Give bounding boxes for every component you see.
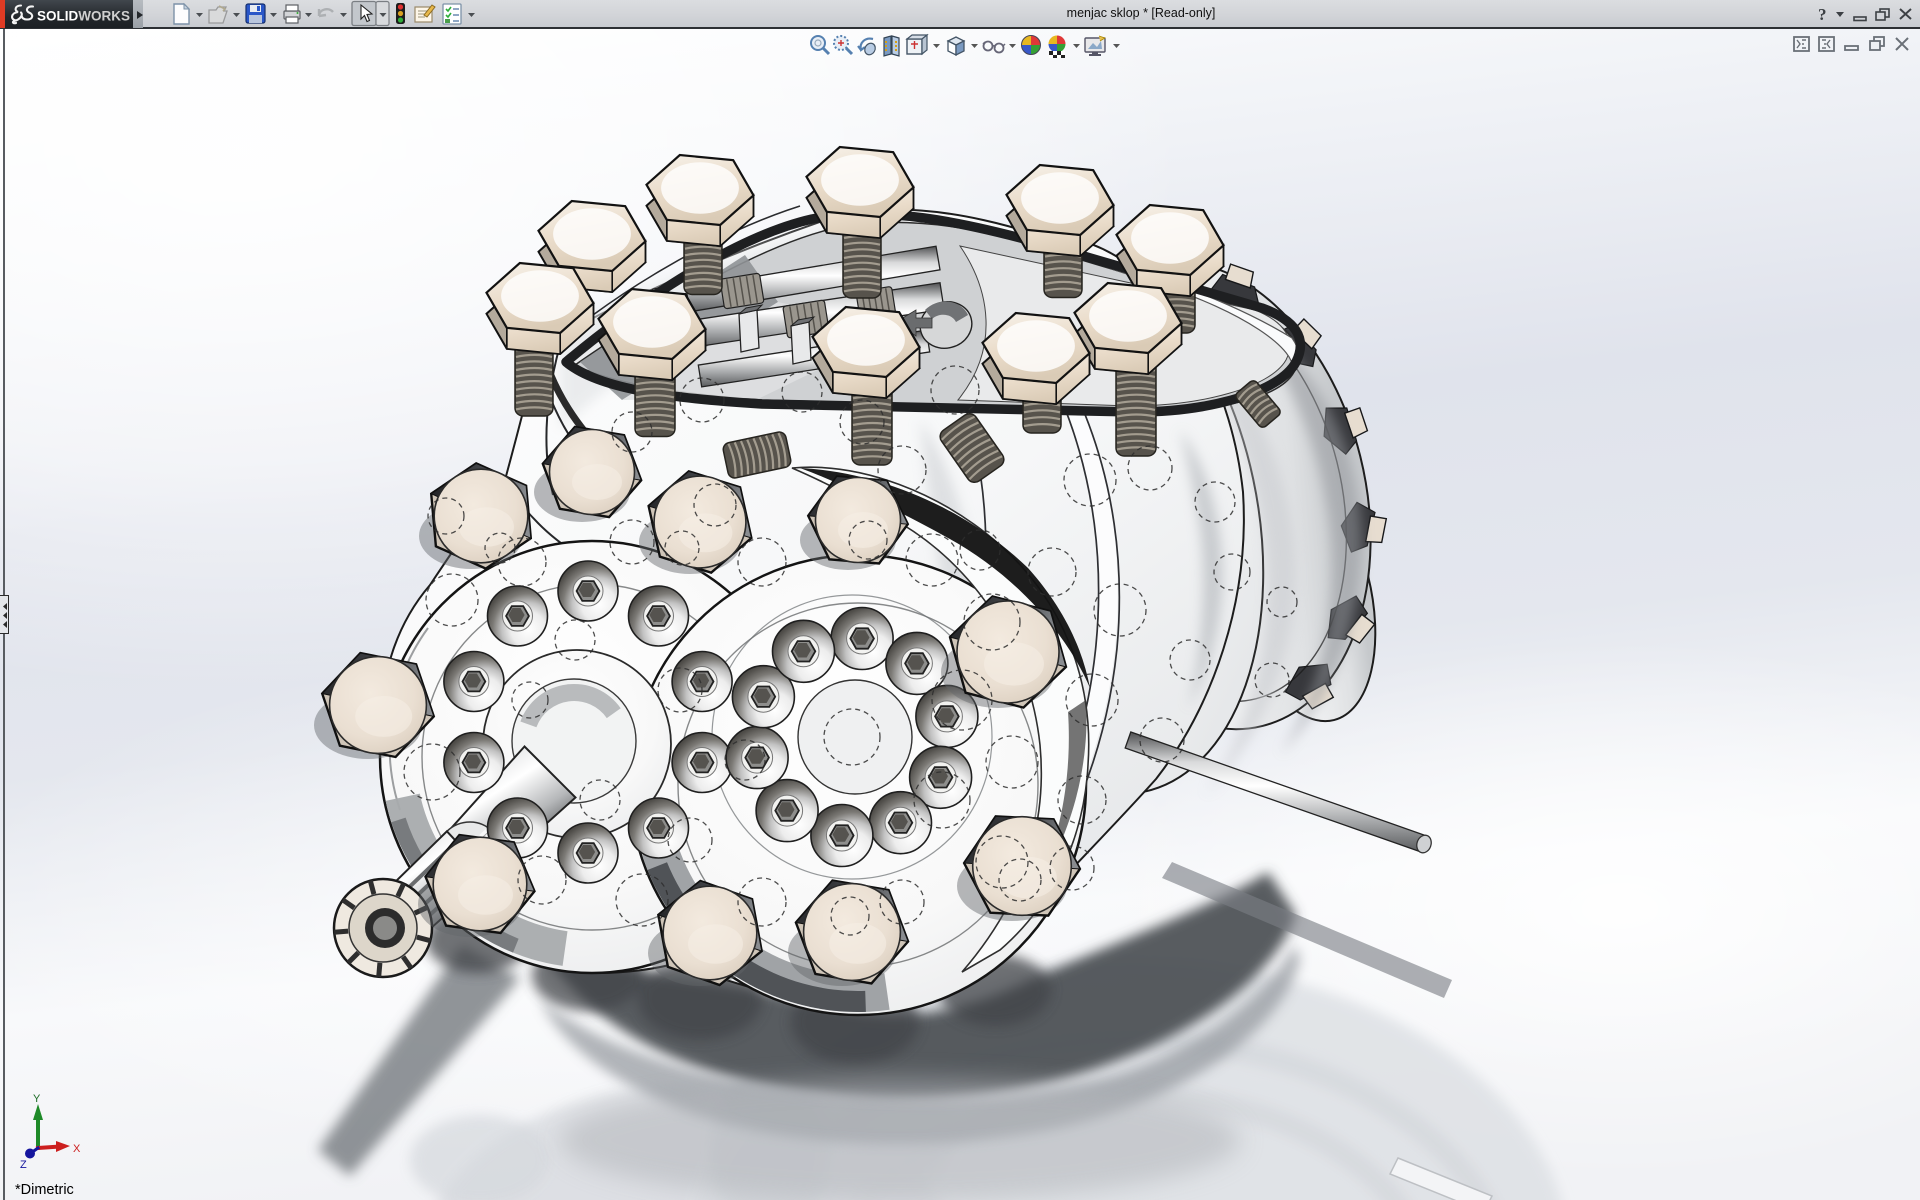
svg-text:X: X <box>73 1143 81 1155</box>
svg-text:Y: Y <box>33 1093 41 1105</box>
svg-text:SOLIDWORKS: SOLIDWORKS <box>37 9 130 24</box>
svg-text:Z: Z <box>20 1159 27 1171</box>
svg-text:?: ? <box>1818 5 1827 24</box>
